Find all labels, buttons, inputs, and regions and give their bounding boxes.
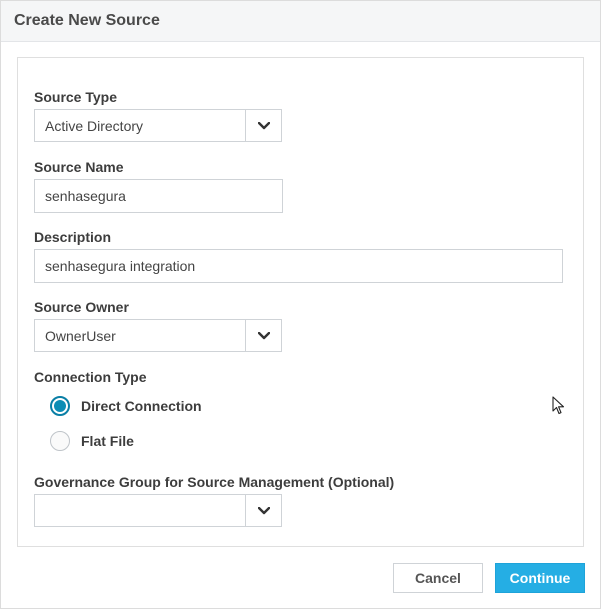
chevron-down-icon <box>257 331 270 339</box>
source-name-label: Source Name <box>34 159 124 175</box>
mouse-pointer-icon <box>552 396 565 415</box>
connection-type-label: Connection Type <box>34 369 147 385</box>
source-type-label: Source Type <box>34 89 117 105</box>
radio-flat-file[interactable]: Flat File <box>50 431 134 451</box>
source-name-input[interactable] <box>34 179 283 213</box>
source-type-select[interactable]: Active Directory <box>34 109 282 142</box>
source-owner-dropdown-button[interactable] <box>245 320 281 351</box>
governance-group-select[interactable] <box>34 494 282 527</box>
description-input[interactable] <box>34 249 563 283</box>
dialog-header: Create New Source <box>1 1 600 42</box>
form-panel: Source Type Active Directory Source Name… <box>17 57 584 547</box>
chevron-down-icon <box>257 506 270 514</box>
continue-button[interactable]: Continue <box>495 563 585 593</box>
dialog-title: Create New Source <box>14 12 160 29</box>
radio-label-direct-connection: Direct Connection <box>81 398 202 414</box>
create-source-dialog: Create New Source Source Type Active Dir… <box>0 0 601 609</box>
source-type-value: Active Directory <box>45 117 144 134</box>
source-owner-value: OwnerUser <box>45 327 116 344</box>
description-label: Description <box>34 229 112 245</box>
source-owner-select[interactable]: OwnerUser <box>34 319 282 352</box>
chevron-down-icon <box>257 121 270 129</box>
radio-button-unchecked[interactable] <box>50 431 70 451</box>
radio-button-checked[interactable] <box>50 396 70 416</box>
source-type-dropdown-button[interactable] <box>245 110 281 141</box>
governance-group-dropdown-button[interactable] <box>245 495 281 526</box>
radio-label-flat-file: Flat File <box>81 433 134 449</box>
governance-group-label: Governance Group for Source Management (… <box>34 474 395 490</box>
source-owner-label: Source Owner <box>34 299 129 315</box>
cancel-button[interactable]: Cancel <box>393 563 483 593</box>
radio-direct-connection[interactable]: Direct Connection <box>50 396 202 416</box>
